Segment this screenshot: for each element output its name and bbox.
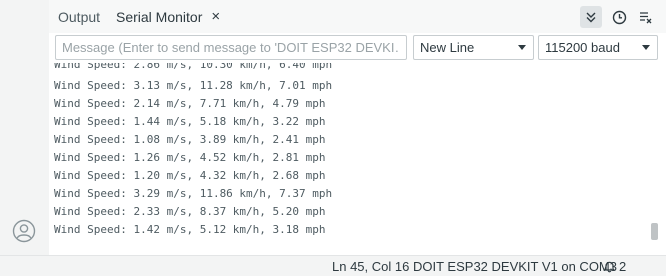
chevron-down-icon <box>642 45 650 50</box>
message-input[interactable] <box>55 35 407 60</box>
console-line: Wind Speed: 3.13 m/s, 11.28 km/h, 7.01 m… <box>54 79 333 92</box>
console-line: Wind Speed: 3.29 m/s, 11.86 km/h, 7.37 m… <box>54 187 333 200</box>
account-icon[interactable] <box>12 219 36 243</box>
clear-output-button[interactable] <box>634 6 656 28</box>
bell-icon <box>603 261 616 273</box>
notifications-status[interactable]: 2 <box>603 259 626 274</box>
console-line: Wind Speed: 1.08 m/s, 3.89 km/h, 2.41 mp… <box>54 133 326 146</box>
serial-output[interactable]: Wind Speed: 2.86 m/s, 10.30 km/h, 6.40 m… <box>49 63 666 255</box>
console-line: Wind Speed: 2.33 m/s, 8.37 km/h, 5.20 mp… <box>54 205 326 218</box>
toggle-timestamp-button[interactable] <box>608 6 630 28</box>
console-line: Wind Speed: 1.42 m/s, 5.12 km/h, 3.18 mp… <box>54 223 326 236</box>
status-bar: Ln 45, Col 16 DOIT ESP32 DEVKIT V1 on CO… <box>0 255 666 276</box>
serial-input-row: New Line 115200 baud <box>49 33 666 63</box>
notification-count: 2 <box>619 259 627 274</box>
panel-tab-bar: Output Serial Monitor × <box>49 0 666 34</box>
baud-rate-select[interactable]: 115200 baud <box>538 35 658 60</box>
baud-rate-value: 115200 baud <box>545 40 620 55</box>
line-ending-select[interactable]: New Line <box>413 35 534 60</box>
cursor-position[interactable]: Ln 45, Col 16 <box>332 259 409 274</box>
close-icon[interactable]: × <box>211 8 220 25</box>
console-line: Wind Speed: 2.86 m/s, 10.30 km/h, 6.40 m… <box>54 63 333 71</box>
clear-output-icon <box>639 11 651 23</box>
chevron-down-icon <box>518 45 526 50</box>
chevrons-down-icon <box>586 12 596 23</box>
console-line: Wind Speed: 1.20 m/s, 4.32 km/h, 2.68 mp… <box>54 169 326 182</box>
tab-serial-monitor[interactable]: Serial Monitor × <box>116 0 220 33</box>
tab-output-label: Output <box>58 8 101 25</box>
line-ending-value: New Line <box>420 40 475 55</box>
left-activity-rail <box>0 0 50 255</box>
console-line: Wind Speed: 1.26 m/s, 4.52 km/h, 2.81 mp… <box>54 151 326 164</box>
autoscroll-button[interactable] <box>580 6 602 28</box>
console-line: Wind Speed: 1.44 m/s, 5.18 km/h, 3.22 mp… <box>54 115 326 128</box>
console-line: Wind Speed: 2.14 m/s, 7.71 km/h, 4.79 mp… <box>54 97 326 110</box>
clock-icon <box>612 10 626 24</box>
board-port-status[interactable]: DOIT ESP32 DEVKIT V1 on COM3 <box>413 259 617 274</box>
console-scrollbar[interactable] <box>651 223 658 240</box>
tab-output[interactable]: Output <box>58 0 100 33</box>
tab-serial-monitor-label: Serial Monitor <box>116 8 203 25</box>
